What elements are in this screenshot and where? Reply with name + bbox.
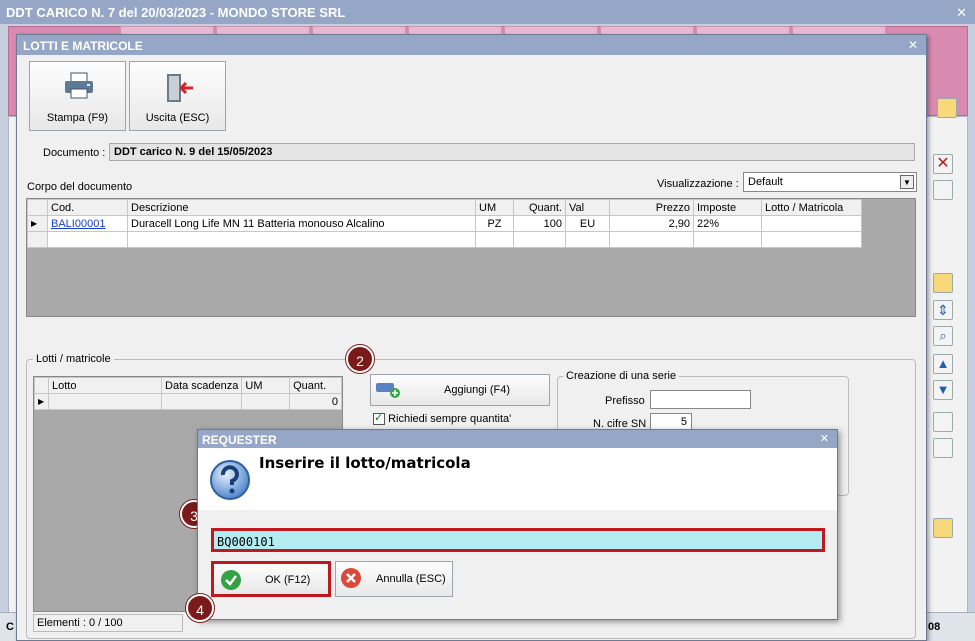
step-badge: 4 xyxy=(186,594,214,622)
column-header[interactable]: Lotto / Matricola xyxy=(761,199,862,216)
folder-icon[interactable] xyxy=(933,518,953,538)
table-cell-lotto xyxy=(761,215,862,232)
requester-dialog: REQUESTER ✕ Inserire il lotto/matricola … xyxy=(197,429,838,620)
current-row-icon: ▶ xyxy=(34,393,49,410)
settings-icon[interactable] xyxy=(933,412,953,432)
step-badge: 2 xyxy=(346,345,374,373)
search-icon[interactable]: ⌕ xyxy=(933,326,953,346)
outer-title-bar: DDT CARICO N. 7 del 20/03/2023 - MONDO S… xyxy=(0,0,975,24)
column-header[interactable]: Val xyxy=(565,199,610,216)
lotti-window-title: LOTTI E MATRICOLE xyxy=(23,39,143,53)
folder-icon[interactable] xyxy=(933,273,953,293)
lotti-matricole-label: Lotti / matricole xyxy=(33,353,114,365)
prefisso-label: Prefisso xyxy=(605,395,645,407)
delete-icon[interactable]: ✕ xyxy=(933,154,953,174)
column-header[interactable]: UM xyxy=(475,199,514,216)
table-cell[interactable] xyxy=(241,393,291,410)
visualizzazione-select[interactable]: Default ▼ xyxy=(743,172,917,192)
lotto-input[interactable]: BQ000101 xyxy=(211,528,825,552)
table-cell-imposte: 22% xyxy=(693,215,762,232)
table-cell-um: PZ xyxy=(475,215,514,232)
current-row-icon: ▶ xyxy=(27,215,48,232)
visualizzazione-label: Visualizzazione : xyxy=(657,178,739,190)
table-cell-quant: 100 xyxy=(513,215,566,232)
elementi-counter: Elementi : 0 / 100 xyxy=(33,614,183,632)
print-button[interactable]: Stampa (F9) xyxy=(29,61,126,131)
table-cell-cod[interactable]: BALI00001 xyxy=(47,215,128,232)
chevron-down-icon[interactable]: ▼ xyxy=(900,175,914,189)
requester-title: REQUESTER xyxy=(202,433,277,447)
column-header[interactable]: Descrizione xyxy=(127,199,476,216)
folder-icon[interactable] xyxy=(937,98,957,118)
annulla-button-label: Annulla (ESC) xyxy=(376,573,446,585)
table-row-empty xyxy=(27,231,862,248)
row-indicator-header xyxy=(34,377,49,394)
column-header[interactable]: Lotto xyxy=(47,377,163,394)
aggiungi-label: Aggiungi (F4) xyxy=(444,384,511,396)
table-cell-quant[interactable]: 0 xyxy=(289,393,342,410)
sort-icon[interactable]: ⇕ xyxy=(933,300,953,320)
corpo-label: Corpo del documento xyxy=(27,181,133,193)
exit-icon xyxy=(167,74,193,102)
copy-icon[interactable] xyxy=(933,438,953,458)
row-indicator-header xyxy=(27,199,48,216)
ok-button-label: OK (F12) xyxy=(265,574,311,586)
question-icon xyxy=(210,460,250,500)
table-cell-descrizione: Duracell Long Life MN 11 Batteria monous… xyxy=(127,215,476,232)
requester-title-bar: REQUESTER xyxy=(198,430,837,448)
requester-close-icon[interactable]: ✕ xyxy=(820,432,829,445)
requester-message: Inserire il lotto/matricola xyxy=(259,454,471,472)
table-cell[interactable] xyxy=(47,393,163,410)
checkbox-checked-icon[interactable] xyxy=(373,411,385,426)
serie-title: Creazione di una serie xyxy=(563,370,680,382)
documento-label: Documento : xyxy=(43,147,106,159)
outer-window-title: DDT CARICO N. 7 del 20/03/2023 - MONDO S… xyxy=(6,5,346,20)
column-header[interactable]: Cod. xyxy=(47,199,128,216)
table-cell-prezzo: 2,90 xyxy=(609,215,694,232)
prefisso-input[interactable] xyxy=(650,390,751,409)
exit-button-label: Uscita (ESC) xyxy=(145,112,210,124)
column-header[interactable]: Imposte xyxy=(693,199,762,216)
edit-icon[interactable] xyxy=(933,180,953,200)
lotti-title-bar: LOTTI E MATRICOLE xyxy=(17,35,926,55)
column-header[interactable]: Quant. xyxy=(513,199,566,216)
visualizzazione-value: Default xyxy=(748,176,783,188)
column-header[interactable]: Prezzo xyxy=(609,199,694,216)
richiedi-quantita-checkbox[interactable]: Richiedi sempre quantita' xyxy=(373,411,512,426)
column-header[interactable]: Quant. xyxy=(289,377,342,394)
corpo-grid: Cod. Descrizione UM Quant. Val Prezzo Im… xyxy=(26,198,916,317)
printer-icon xyxy=(65,72,93,99)
exit-button[interactable]: Uscita (ESC) xyxy=(129,61,226,131)
outer-close-icon[interactable]: ✕ xyxy=(956,5,967,21)
aggiungi-button[interactable]: Aggiungi (F4) xyxy=(370,374,550,406)
lotti-close-icon[interactable]: ✕ xyxy=(908,38,918,52)
arrow-up-icon[interactable]: ▲ xyxy=(933,354,953,374)
documento-field: DDT carico N. 9 del 15/05/2023 xyxy=(109,143,915,161)
annulla-button[interactable]: Annulla (ESC) xyxy=(335,561,453,597)
print-button-label: Stampa (F9) xyxy=(46,112,109,124)
cancel-circle-icon xyxy=(341,568,361,588)
check-circle-icon xyxy=(221,570,241,590)
column-header[interactable]: UM xyxy=(241,377,291,394)
status-left: C xyxy=(6,621,14,633)
table-row[interactable]: ▶ 0 xyxy=(34,393,342,410)
add-item-icon xyxy=(376,383,400,398)
cod-link[interactable]: BALI00001 xyxy=(51,218,105,230)
column-header[interactable]: Data scadenza xyxy=(161,377,243,394)
ok-button[interactable]: OK (F12) xyxy=(211,561,331,597)
table-cell-val: EU xyxy=(565,215,610,232)
status-right: 08 xyxy=(928,621,941,633)
table-cell[interactable] xyxy=(161,393,243,410)
arrow-down-icon[interactable]: ▼ xyxy=(933,380,953,400)
richiedi-quantita-label: Richiedi sempre quantita' xyxy=(388,413,512,425)
table-row[interactable]: ▶ BALI00001 Duracell Long Life MN 11 Bat… xyxy=(27,215,862,232)
